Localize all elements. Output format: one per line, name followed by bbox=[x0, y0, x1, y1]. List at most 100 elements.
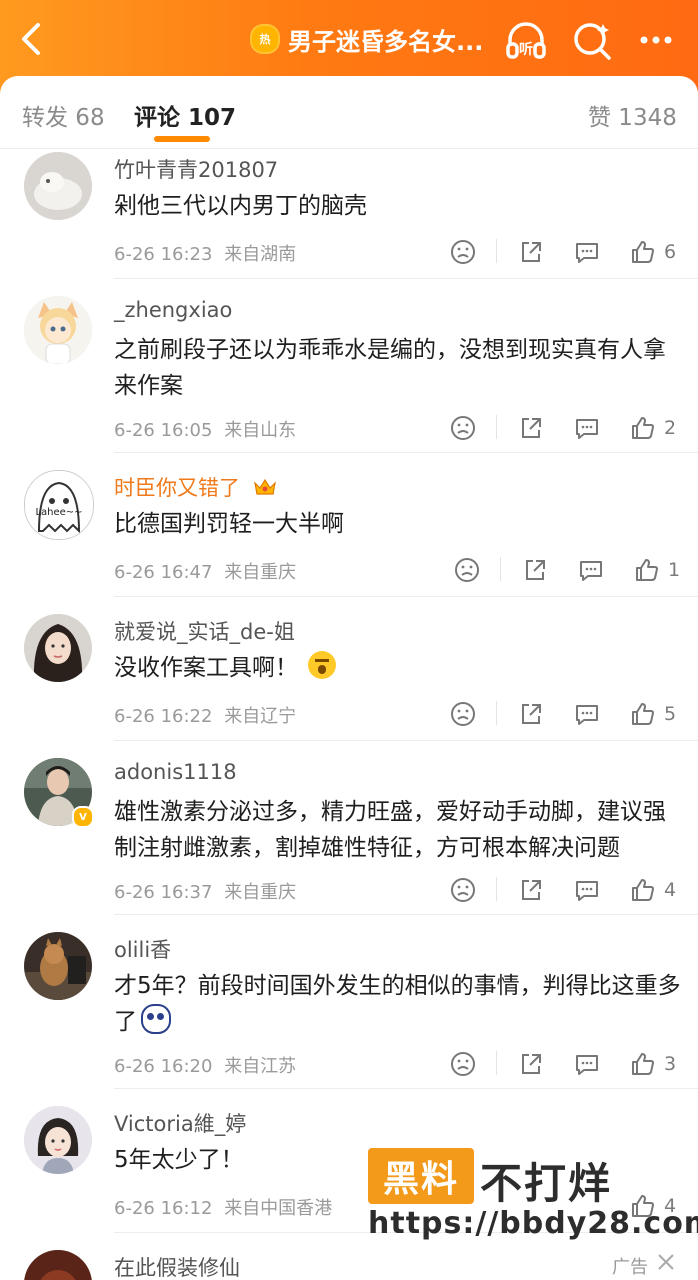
comment-text: 之前刷段子还以为乖乖水是编的，没想到现实真有人拿来作案 bbox=[114, 337, 666, 399]
svg-text:听: 听 bbox=[519, 41, 533, 58]
like-count: 6 bbox=[664, 241, 677, 263]
like-button[interactable]: 3 bbox=[630, 1050, 676, 1078]
share-button[interactable] bbox=[518, 414, 544, 442]
like-count: 4 bbox=[664, 879, 677, 901]
divider bbox=[114, 596, 698, 597]
comment-item: V adonis1118 雄性激素分泌过多，精力旺盛，爱好动手动脚，建议强制注射… bbox=[0, 756, 698, 916]
avatar[interactable] bbox=[24, 152, 92, 220]
tab-repost[interactable]: 转发 68 bbox=[22, 98, 105, 132]
divider bbox=[496, 877, 497, 901]
divider bbox=[114, 740, 698, 741]
comment-meta: 6-26 16:22 来自辽宁 bbox=[114, 702, 296, 728]
search-button[interactable] bbox=[570, 18, 614, 62]
reply-button[interactable] bbox=[578, 556, 604, 584]
reply-button[interactable] bbox=[574, 414, 600, 442]
share-icon bbox=[522, 242, 541, 262]
comment-icon bbox=[576, 881, 598, 901]
watermark-text: 不打烊 bbox=[480, 1159, 613, 1208]
comment-time: 6-26 16:20 bbox=[114, 1056, 213, 1077]
divider bbox=[496, 415, 497, 439]
comment-author[interactable]: 就爱说_实话_de-姐 bbox=[114, 616, 295, 646]
comment-meta: 6-26 16:20 来自江苏 bbox=[114, 1052, 296, 1078]
comment-item: 竹叶青青201807 剁他三代以内男丁的脑壳 6-26 16:23 来自湖南 6 bbox=[0, 150, 698, 279]
thumbs-up-icon bbox=[632, 703, 654, 725]
dislike-button[interactable] bbox=[450, 700, 476, 728]
like-button[interactable]: 2 bbox=[630, 414, 676, 442]
share-icon bbox=[522, 704, 541, 724]
like-button[interactable]: 1 bbox=[634, 556, 680, 584]
comment-item: olili香 才5年？前段时间国外发生的相似的事情，判得比这重多了 6-26 1… bbox=[0, 930, 698, 1090]
sad-face-icon bbox=[451, 878, 475, 902]
comment-text: 雄性激素分泌过多，精力旺盛，爱好动手动脚，建议强制注射雌激素，割掉雄性特征，方可… bbox=[114, 799, 666, 861]
comment-icon bbox=[576, 243, 598, 263]
tab-comments[interactable]: 评论 107 bbox=[134, 98, 236, 132]
comment-author[interactable]: _zhengxiao bbox=[114, 298, 232, 322]
comment-author[interactable]: 在此假装修仙 bbox=[114, 1252, 240, 1280]
reply-button[interactable] bbox=[574, 1050, 600, 1078]
comment-text: 没收作案工具啊！ bbox=[114, 650, 684, 686]
sad-face-icon bbox=[451, 1052, 475, 1076]
thumbs-up-icon bbox=[632, 1053, 654, 1075]
page-title: 男子迷昏多名女... bbox=[288, 27, 484, 56]
share-button[interactable] bbox=[522, 556, 548, 584]
more-icon bbox=[640, 36, 672, 44]
avatar[interactable] bbox=[24, 296, 92, 364]
dislike-button[interactable] bbox=[450, 414, 476, 442]
like-count: 3 bbox=[664, 1053, 677, 1075]
ad-close-button[interactable] bbox=[654, 1250, 678, 1274]
comment-item: 就爱说_实话_de-姐 没收作案工具啊！ 6-26 16:22 来自辽宁 5 bbox=[0, 612, 698, 742]
tab-likes[interactable]: 赞 1348 bbox=[588, 98, 677, 132]
reply-button[interactable] bbox=[574, 238, 600, 266]
reply-button[interactable] bbox=[574, 700, 600, 728]
comment-author[interactable]: 竹叶青青201807 bbox=[114, 154, 278, 184]
share-button[interactable] bbox=[518, 876, 544, 904]
like-button[interactable]: 5 bbox=[630, 700, 676, 728]
comment-item: 在此假装修仙 bbox=[0, 1248, 698, 1280]
tab-bar: 转发 68 评论 107 赞 1348 bbox=[0, 76, 698, 149]
share-button[interactable] bbox=[518, 238, 544, 266]
listen-button[interactable]: 听 bbox=[504, 18, 548, 62]
avatar[interactable] bbox=[24, 614, 92, 682]
thumbs-up-icon bbox=[632, 879, 654, 901]
reply-button[interactable] bbox=[574, 876, 600, 904]
dislike-button[interactable] bbox=[450, 1050, 476, 1078]
comment-icon bbox=[580, 561, 602, 581]
thumbs-up-icon bbox=[632, 241, 654, 263]
comment-meta: 6-26 16:37 来自重庆 bbox=[114, 878, 296, 904]
comment-item: _zhengxiao 之前刷段子还以为乖乖水是编的，没想到现实真有人拿来作案 6… bbox=[0, 294, 698, 454]
comment-meta: 6-26 16:12 来自中国香港 bbox=[114, 1194, 332, 1220]
comment-icon bbox=[576, 705, 598, 725]
sad-face-icon bbox=[455, 558, 479, 582]
share-icon bbox=[522, 418, 541, 438]
more-button[interactable] bbox=[634, 18, 678, 62]
share-button[interactable] bbox=[518, 700, 544, 728]
shocked-emoji-icon bbox=[141, 1004, 171, 1034]
comment-meta: 6-26 16:47 来自重庆 bbox=[114, 558, 296, 584]
like-button[interactable]: 6 bbox=[630, 238, 676, 266]
comment-text: 才5年？前段时间国外发生的相似的事情，判得比这重多了 bbox=[114, 968, 684, 1040]
title-area[interactable]: 热 男子迷昏多名女... bbox=[250, 18, 483, 60]
comment-author[interactable]: Victoria維_婷 bbox=[114, 1108, 246, 1138]
dislike-button[interactable] bbox=[450, 876, 476, 904]
avatar[interactable]: Lahee~~ bbox=[24, 470, 94, 540]
dislike-button[interactable] bbox=[454, 556, 480, 584]
divider bbox=[496, 239, 497, 263]
back-arrow-icon bbox=[22, 23, 40, 55]
avatar[interactable] bbox=[24, 932, 92, 1000]
avatar[interactable] bbox=[24, 1106, 92, 1174]
like-count: 1 bbox=[668, 559, 681, 581]
comment-meta: 6-26 16:23 来自湖南 bbox=[114, 240, 296, 266]
avatar[interactable] bbox=[24, 1250, 92, 1280]
back-button[interactable] bbox=[10, 18, 52, 60]
close-icon bbox=[658, 1254, 674, 1270]
like-button[interactable]: 4 bbox=[630, 876, 676, 904]
like-count: 5 bbox=[664, 703, 677, 725]
comment-author[interactable]: olili香 bbox=[114, 934, 171, 964]
comment-location: 来自辽宁 bbox=[224, 706, 297, 727]
comment-author[interactable]: adonis1118 bbox=[114, 760, 237, 784]
comment-text: 剁他三代以内男丁的脑壳 bbox=[114, 193, 367, 219]
comment-author[interactable]: 时臣你又错了 bbox=[114, 472, 277, 502]
comment-time: 6-26 16:12 bbox=[114, 1198, 213, 1219]
share-button[interactable] bbox=[518, 1050, 544, 1078]
dislike-button[interactable] bbox=[450, 238, 476, 266]
